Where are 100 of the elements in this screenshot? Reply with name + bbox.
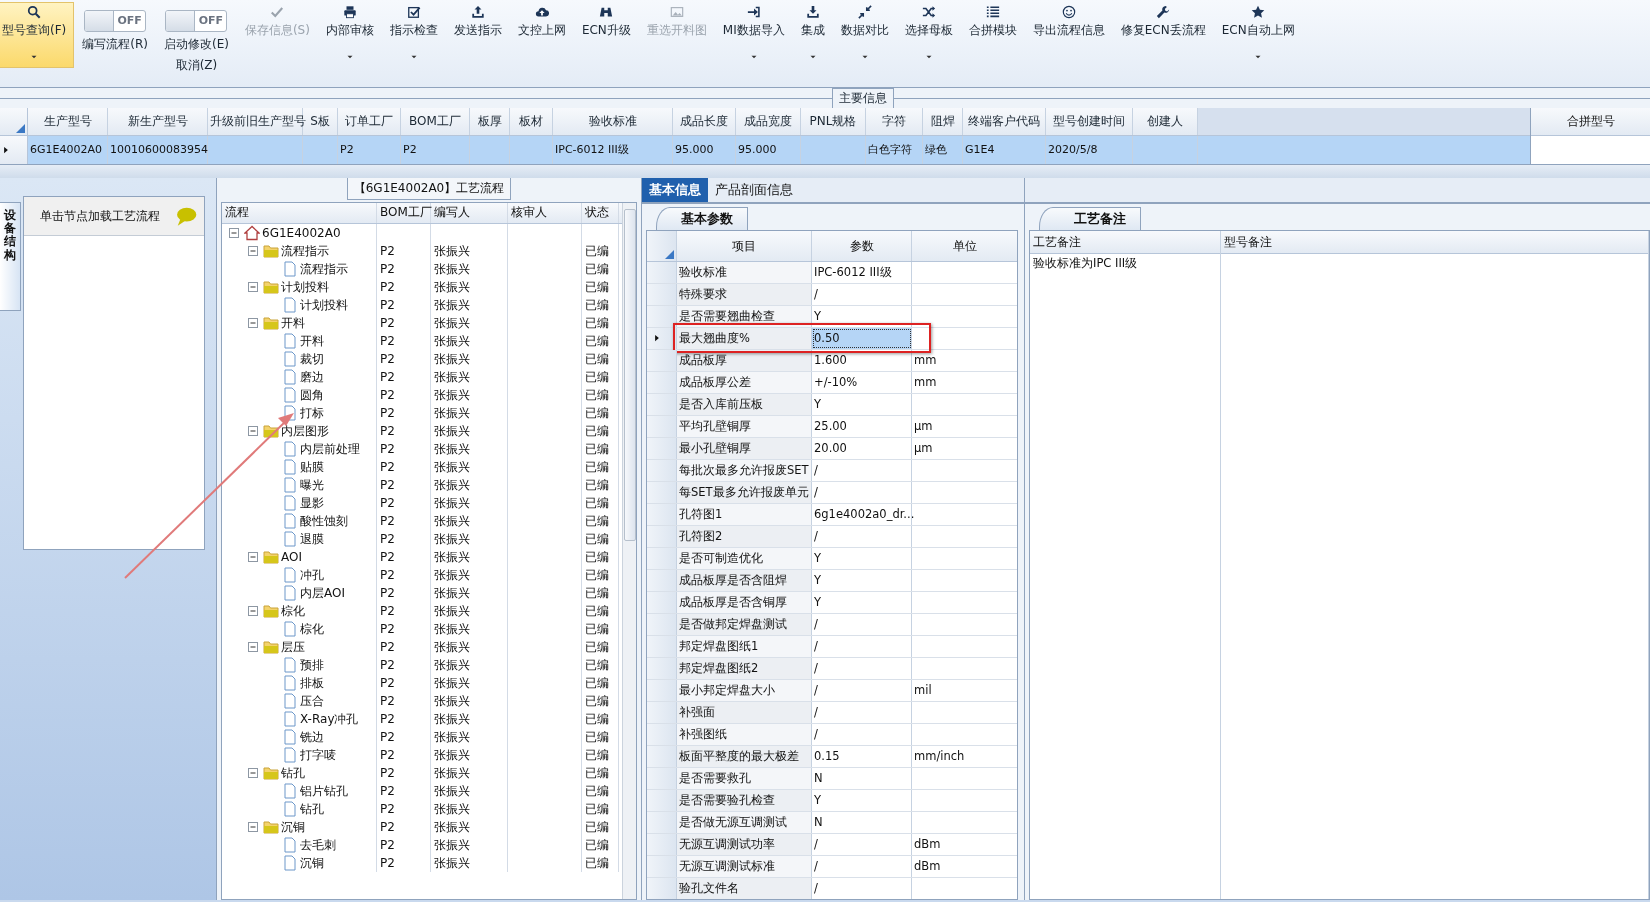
toolbar-button[interactable]: MI数据导入 bbox=[714, 2, 793, 68]
collapse-icon[interactable] bbox=[245, 819, 261, 835]
column-header[interactable]: 合拼型号 bbox=[1531, 108, 1650, 136]
tree-node[interactable]: 计划投料 bbox=[281, 278, 329, 296]
column-header[interactable]: 项目 bbox=[677, 231, 812, 261]
tree-node[interactable]: 去毛刺 bbox=[300, 836, 336, 854]
column-header[interactable]: 流程 bbox=[222, 203, 377, 223]
column-header[interactable]: 新生产型号 bbox=[108, 108, 208, 135]
column-header[interactable]: 型号创建时间 bbox=[1046, 108, 1133, 135]
row-header[interactable] bbox=[647, 328, 677, 349]
tree-node[interactable]: 内层AOI bbox=[300, 584, 345, 602]
tab[interactable]: 基本参数 bbox=[656, 207, 748, 230]
tree-node[interactable]: 钻孔 bbox=[300, 800, 324, 818]
tree-node[interactable]: 棕化 bbox=[300, 620, 324, 638]
column-header[interactable]: 验收标准 bbox=[553, 108, 673, 135]
column-header[interactable]: 板厚 bbox=[470, 108, 510, 135]
tree-node[interactable]: 开料 bbox=[300, 332, 324, 350]
collapse-icon[interactable] bbox=[226, 225, 242, 241]
tab[interactable]: 产品剖面信息 bbox=[708, 178, 800, 202]
column-header[interactable]: 成品长度 bbox=[673, 108, 736, 135]
tree-node[interactable]: 贴膜 bbox=[300, 458, 324, 476]
tree-node[interactable]: 打字唛 bbox=[300, 746, 336, 764]
toolbar-button[interactable]: 内部审核 bbox=[317, 2, 382, 68]
tree-node[interactable]: 开料 bbox=[281, 314, 305, 332]
table-cell: P2 bbox=[377, 710, 431, 728]
column-header[interactable]: 状态 bbox=[582, 203, 619, 223]
toolbar-button[interactable]: 数据对比 bbox=[832, 2, 897, 68]
column-header[interactable]: BOM工厂 bbox=[401, 108, 470, 135]
tree-node[interactable]: 退膜 bbox=[300, 530, 324, 548]
tree-node[interactable]: 棕化 bbox=[281, 602, 305, 620]
tree-node[interactable]: 裁切 bbox=[300, 350, 324, 368]
splitter-bar[interactable] bbox=[0, 165, 1650, 178]
collapse-icon[interactable] bbox=[245, 765, 261, 781]
toolbar-button[interactable]: ECN自动上网 bbox=[1213, 2, 1303, 68]
vertical-tab[interactable]: 设备结构 bbox=[0, 202, 21, 311]
tree-node[interactable]: 显影 bbox=[300, 494, 324, 512]
column-header[interactable]: 订单工厂 bbox=[338, 108, 401, 135]
toolbar-button[interactable]: 指示检查 bbox=[381, 2, 446, 68]
collapse-icon[interactable] bbox=[245, 279, 261, 295]
toolbar-button[interactable]: 选择母板 bbox=[896, 2, 961, 68]
tree-node[interactable]: 排板 bbox=[300, 674, 324, 692]
tree-node[interactable]: 铝片钻孔 bbox=[300, 782, 348, 800]
tree-node[interactable]: 铣边 bbox=[300, 728, 324, 746]
toolbar-button[interactable]: 集成 bbox=[792, 2, 833, 68]
tree-node[interactable]: 磨边 bbox=[300, 368, 324, 386]
column-header[interactable]: 终端客户代码 bbox=[963, 108, 1046, 135]
tree-node[interactable]: 钻孔 bbox=[281, 764, 305, 782]
collapse-icon[interactable] bbox=[245, 315, 261, 331]
column-header[interactable]: 生产型号 bbox=[28, 108, 108, 135]
column-header[interactable]: 成品宽度 bbox=[736, 108, 801, 135]
tree-node[interactable]: 沉铜 bbox=[281, 818, 305, 836]
toolbar-button[interactable]: ECN升级 bbox=[573, 2, 639, 68]
column-header[interactable]: BOM工厂 bbox=[377, 203, 431, 223]
collapse-icon[interactable] bbox=[245, 639, 261, 655]
column-header[interactable]: 参数 bbox=[812, 231, 912, 261]
collapse-icon[interactable] bbox=[245, 243, 261, 259]
column-header[interactable]: 编写人 bbox=[431, 203, 508, 223]
tab[interactable]: 基本信息 bbox=[642, 178, 708, 202]
column-header[interactable]: 核审人 bbox=[508, 203, 582, 223]
tree-node[interactable]: 内层图形 bbox=[281, 422, 329, 440]
tree-node[interactable]: 流程指示 bbox=[300, 260, 348, 278]
table-cell: 成品板厚是否含铜厚 bbox=[677, 592, 812, 613]
tree-node[interactable]: 冲孔 bbox=[300, 566, 324, 584]
collapse-icon[interactable] bbox=[245, 423, 261, 439]
toolbar-button[interactable]: 导出流程信息 bbox=[1024, 2, 1113, 68]
tree-node[interactable]: 流程指示 bbox=[281, 242, 329, 260]
tree-node[interactable]: X-Ray冲孔 bbox=[300, 710, 359, 728]
toolbar-button[interactable]: 文控上网 bbox=[509, 2, 574, 68]
toggle-switch[interactable]: OFF bbox=[84, 10, 147, 32]
column-header[interactable]: 单位 bbox=[912, 231, 1017, 261]
toolbar-button[interactable]: 发送指示 bbox=[445, 2, 510, 68]
column-header[interactable]: 板材 bbox=[510, 108, 553, 135]
tree-node[interactable]: 酸性蚀刻 bbox=[300, 512, 348, 530]
tree-node[interactable]: AOI bbox=[281, 548, 302, 566]
collapse-icon[interactable] bbox=[245, 549, 261, 565]
tree-node[interactable]: 沉铜 bbox=[300, 854, 324, 872]
column-header[interactable]: 型号备注 bbox=[1221, 231, 1648, 254]
tree-node[interactable]: 打标 bbox=[300, 404, 324, 422]
column-header[interactable]: 工艺备注 bbox=[1030, 231, 1220, 254]
column-header[interactable]: 字符 bbox=[866, 108, 923, 135]
table-cell: 已编 bbox=[582, 566, 619, 584]
tree-node[interactable]: 曝光 bbox=[300, 476, 324, 494]
toggle-switch[interactable]: OFF bbox=[165, 10, 228, 32]
scrollbar[interactable] bbox=[622, 203, 636, 899]
tree-node[interactable]: 压合 bbox=[300, 692, 324, 710]
column-header[interactable]: 阻焊 bbox=[923, 108, 963, 135]
document-icon bbox=[282, 297, 298, 313]
toolbar-button[interactable]: 修复ECN丢流程 bbox=[1112, 2, 1214, 68]
table-cell[interactable]: 0.50 bbox=[812, 328, 912, 349]
tree-node[interactable]: 计划投料 bbox=[300, 296, 348, 314]
tree-node[interactable]: 6G1E4002A0 bbox=[262, 224, 341, 242]
collapse-icon[interactable] bbox=[245, 603, 261, 619]
column-header[interactable]: PNL规格 bbox=[801, 108, 866, 135]
tree-node[interactable]: 圆角 bbox=[300, 386, 324, 404]
toolbar-button[interactable]: 合拼模块 bbox=[960, 2, 1025, 68]
toolbar-button[interactable]: 型号查询(F) bbox=[0, 2, 75, 68]
tab[interactable]: 工艺备注 bbox=[1039, 207, 1141, 230]
tree-node[interactable]: 预排 bbox=[300, 656, 324, 674]
tree-node[interactable]: 内层前处理 bbox=[300, 440, 360, 458]
tree-node[interactable]: 层压 bbox=[281, 638, 305, 656]
